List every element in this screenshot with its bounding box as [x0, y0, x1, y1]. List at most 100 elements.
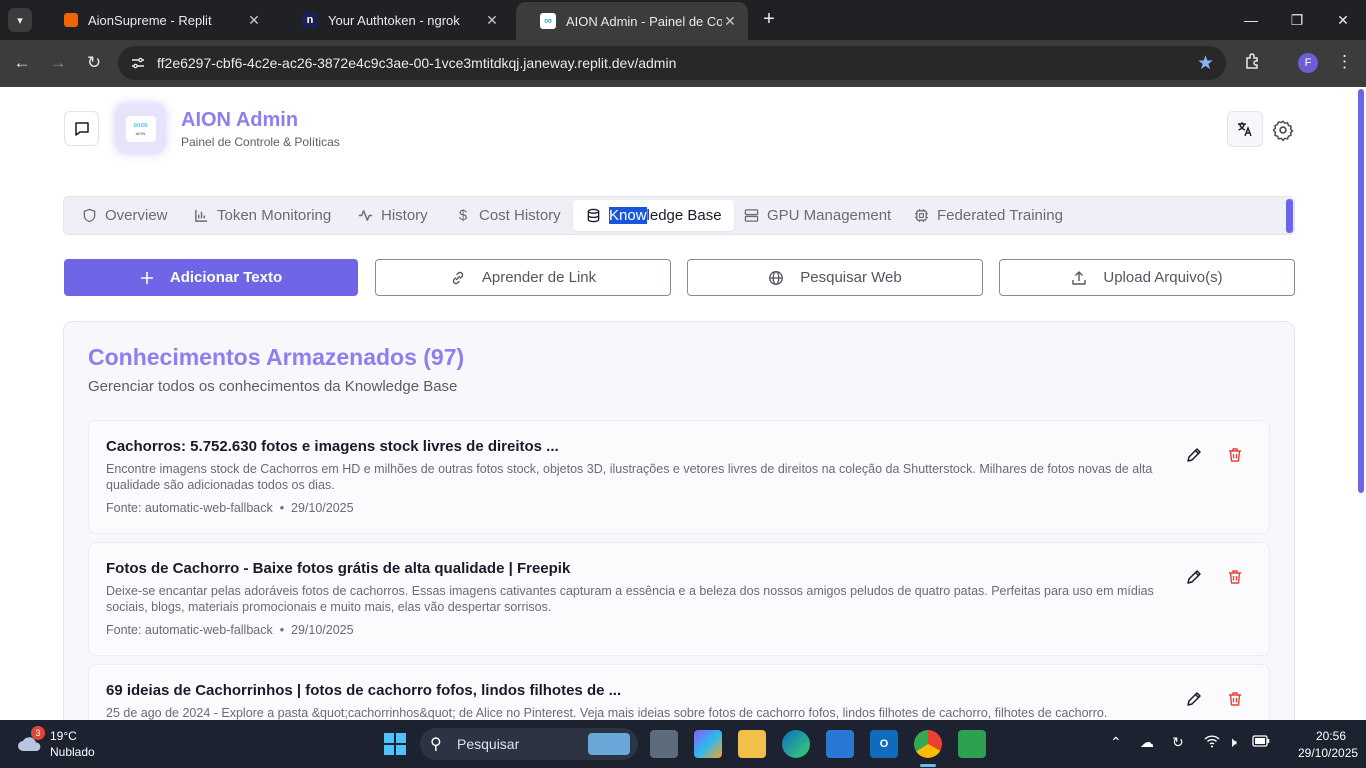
ngrok-icon: n: [302, 12, 318, 28]
sync-icon[interactable]: ↻: [1172, 734, 1184, 751]
tab-overview[interactable]: Overview: [69, 200, 180, 231]
close-icon[interactable]: ✕: [484, 12, 500, 29]
replit-icon: [64, 13, 78, 27]
tab-label: Knowledge Base: [609, 207, 722, 224]
address-bar[interactable]: ff2e6297-cbf6-4c2e-ac26-3872e4c9c3ae-00-…: [118, 46, 1226, 80]
learn-link-button[interactable]: Aprender de Link: [375, 259, 671, 296]
add-text-label: Adicionar Texto: [169, 269, 283, 286]
profile-avatar[interactable]: F: [1298, 53, 1318, 73]
link-icon: [450, 270, 466, 286]
tab-title: AionSupreme - Replit: [88, 12, 212, 28]
app-title: AION Admin: [181, 109, 299, 131]
browser-menu-icon[interactable]: ⋮: [1336, 52, 1353, 72]
restore-icon[interactable]: ❐: [1274, 0, 1320, 40]
knowledge-entry: Cachorros: 5.752.630 fotos e imagens sto…: [88, 420, 1270, 534]
chrome-icon[interactable]: [914, 730, 942, 758]
browser-tab-replit[interactable]: AionSupreme - Replit ✕: [40, 0, 272, 40]
wifi-icon[interactable]: [1204, 734, 1220, 751]
logo-text: AION: [135, 131, 146, 136]
aion-logo: ∞∞ AION: [116, 104, 165, 153]
page-scrollbar[interactable]: [1358, 89, 1364, 493]
tab-label: GPU Management: [767, 207, 892, 224]
edit-icon[interactable]: [1184, 567, 1204, 587]
entry-title: Cachorros: 5.752.630 fotos e imagens sto…: [106, 438, 559, 455]
trash-icon[interactable]: [1225, 689, 1245, 709]
windows-start-icon[interactable]: [384, 733, 406, 760]
tab-gpu-management[interactable]: GPU Management: [731, 200, 903, 231]
taskbar-search[interactable]: ⚲ Pesquisar: [420, 728, 638, 760]
settings-button[interactable]: [1270, 117, 1296, 143]
message-square-icon: [74, 121, 89, 136]
entry-title: Fotos de Cachorro - Baixe fotos grátis d…: [106, 560, 571, 577]
tab-title: Your Authtoken - ngrok: [328, 12, 460, 28]
trash-icon[interactable]: [1225, 445, 1245, 465]
upload-files-button[interactable]: Upload Arquivo(s): [999, 259, 1295, 296]
browser-tab-strip: ▾ AionSupreme - Replit ✕ n Your Authtoke…: [0, 0, 1366, 40]
activity-icon: [357, 208, 373, 223]
dollar-icon: $: [458, 207, 468, 224]
search-web-button[interactable]: Pesquisar Web: [687, 259, 983, 296]
add-text-button[interactable]: Adicionar Texto: [64, 259, 358, 296]
edit-icon[interactable]: [1184, 445, 1204, 465]
microsoft-365-icon[interactable]: [694, 730, 722, 758]
site-info-icon[interactable]: [130, 55, 146, 71]
tab-label: Federated Training: [937, 207, 1063, 224]
reload-icon[interactable]: ↻: [82, 51, 106, 75]
tabs-scrollbar[interactable]: [1286, 199, 1293, 233]
bookmark-star-icon[interactable]: ★: [1197, 52, 1214, 75]
search-placeholder: Pesquisar: [457, 736, 520, 752]
close-icon[interactable]: ✕: [246, 12, 262, 29]
gear-icon: [1272, 120, 1294, 141]
onedrive-icon[interactable]: ☁: [1140, 734, 1154, 751]
tab-label: Overview: [105, 207, 168, 224]
url-text: ff2e6297-cbf6-4c2e-ac26-3872e4c9c3ae-00-…: [157, 55, 677, 71]
weather-temperature[interactable]: 19°C: [50, 729, 77, 743]
entry-meta: Fonte: automatic-web-fallback • 29/10/20…: [106, 623, 354, 637]
tab-knowledge-base[interactable]: Knowledge Base: [573, 200, 734, 231]
window-close-icon[interactable]: ✕: [1320, 0, 1366, 40]
browser-tab-aion-admin[interactable]: ∞ AION Admin - Painel de Controle ✕: [516, 2, 748, 40]
minimize-icon[interactable]: —: [1228, 0, 1274, 40]
clock-time[interactable]: 20:56: [1316, 729, 1346, 743]
language-button[interactable]: [1227, 111, 1263, 147]
tab-token-monitoring[interactable]: Token Monitoring: [181, 200, 343, 231]
aion-logo-icon: ∞∞: [133, 120, 148, 131]
new-tab-button[interactable]: +: [758, 8, 780, 32]
knowledge-entry: 69 ideias de Cachorrinhos | fotos de cac…: [88, 664, 1270, 720]
trash-icon[interactable]: [1225, 567, 1245, 587]
outlook-icon[interactable]: O: [870, 730, 898, 758]
spreadsheet-app-icon[interactable]: [958, 730, 986, 758]
microsoft-store-icon[interactable]: [826, 730, 854, 758]
tab-federated-training[interactable]: Federated Training: [901, 200, 1075, 231]
notification-badge: 3: [31, 726, 45, 740]
learn-link-label: Aprender de Link: [481, 269, 597, 286]
file-explorer-icon[interactable]: [738, 730, 766, 758]
tab-cost-history[interactable]: $ Cost History: [443, 200, 573, 231]
admin-page: ∞∞ AION AION Admin Painel de Controle & …: [0, 87, 1366, 720]
chat-button[interactable]: [64, 111, 99, 146]
entry-description: 25 de ago de 2024 - Explore a pasta &quo…: [106, 706, 1108, 720]
chevron-up-icon[interactable]: ⌃: [1110, 734, 1122, 751]
edge-icon[interactable]: [782, 730, 810, 758]
tab-label-rest: ledge Base: [646, 207, 722, 224]
close-icon[interactable]: ✕: [722, 13, 738, 30]
edit-icon[interactable]: [1184, 689, 1204, 709]
active-app-indicator: [920, 764, 936, 767]
clock-date[interactable]: 29/10/2025: [1298, 746, 1358, 760]
knowledge-card: Conhecimentos Armazenados (97) Gerenciar…: [63, 321, 1295, 720]
server-icon: [743, 208, 759, 223]
forward-icon[interactable]: →: [46, 51, 70, 75]
back-icon[interactable]: ←: [10, 51, 34, 75]
browser-toolbar: ← → ↻ ff2e6297-cbf6-4c2e-ac26-3872e4c9c3…: [0, 40, 1366, 87]
weather-description[interactable]: Nublado: [50, 745, 95, 759]
extensions-icon[interactable]: [1244, 52, 1262, 75]
tab-search-button[interactable]: ▾: [8, 8, 32, 32]
task-view-icon[interactable]: [650, 730, 678, 758]
aion-favicon-icon: ∞: [540, 13, 556, 29]
volume-muted-icon[interactable]: 🕨: [1228, 734, 1237, 751]
battery-icon[interactable]: [1252, 734, 1270, 750]
tab-history[interactable]: History: [345, 200, 440, 231]
knowledge-subtitle: Gerenciar todos os conhecimentos da Know…: [88, 378, 458, 395]
browser-tab-ngrok[interactable]: n Your Authtoken - ngrok ✕: [278, 0, 510, 40]
globe-icon: [768, 270, 784, 286]
